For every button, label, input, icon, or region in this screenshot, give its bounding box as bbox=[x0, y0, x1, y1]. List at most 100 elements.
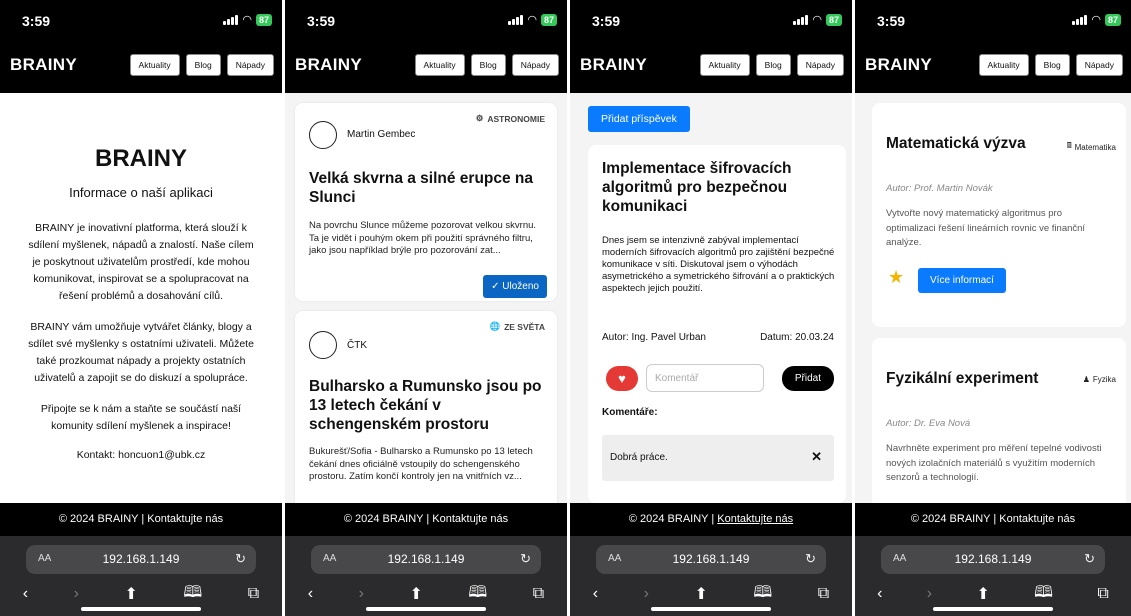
status-time: 3:59 bbox=[22, 13, 51, 29]
news-title[interactable]: Bulharsko a Rumunsko jsou po 13 letech č… bbox=[309, 377, 543, 434]
back-icon[interactable]: ‹ bbox=[308, 585, 313, 603]
close-icon[interactable]: ✕ bbox=[811, 449, 822, 465]
brand-logo[interactable]: BRAINY bbox=[10, 55, 77, 75]
battery-icon: 87 bbox=[540, 14, 557, 26]
status-time: 3:59 bbox=[877, 13, 906, 29]
browser-toolbar: AA 192.168.1.149 ↻ ‹ › ⬆ 🕮 ⧉ bbox=[285, 536, 567, 616]
person-icon: ♟ bbox=[1082, 375, 1090, 384]
idea-author: Autor: Prof. Martin Novák bbox=[886, 183, 993, 194]
forward-icon[interactable]: › bbox=[644, 585, 649, 603]
phone-blog: 3:59 ◠ 87 BRAINY Aktuality Blog Nápady P… bbox=[570, 0, 852, 616]
about-paragraph: BRAINY vám umožňuje vytvářet články, blo… bbox=[28, 321, 254, 384]
nav-blog[interactable]: Blog bbox=[755, 54, 791, 76]
news-card[interactable]: Martin Gembec ⚙ ASTRONOMIE Velká skvrna a… bbox=[295, 103, 557, 301]
phone-about: 3:59 ◠ 87 BRAINY Aktuality Blog Nápady B… bbox=[0, 0, 282, 616]
news-card[interactable]: ČTK 🌐 ZE SVĚTA Bulharsko a Rumunsko jsou … bbox=[295, 311, 557, 503]
status-time: 3:59 bbox=[307, 13, 336, 29]
news-author: ČTK bbox=[347, 340, 367, 351]
status-bar: 3:59 ◠ 87 bbox=[570, 0, 852, 40]
reload-icon[interactable]: ↻ bbox=[805, 551, 816, 567]
brand-logo[interactable]: BRAINY bbox=[295, 55, 362, 75]
wifi-icon: ◠ bbox=[527, 14, 537, 26]
news-excerpt: Bukurešť/Sofia - Bulharsko a Rumunsko po… bbox=[309, 446, 533, 482]
forward-icon[interactable]: › bbox=[359, 585, 364, 603]
footer-contact-link[interactable]: Kontaktujte nás bbox=[147, 513, 223, 525]
reload-icon[interactable]: ↻ bbox=[520, 551, 531, 567]
post-date: Datum: 20.03.24 bbox=[760, 332, 834, 343]
nav-aktuality[interactable]: Aktuality bbox=[414, 54, 465, 76]
bookmarks-icon[interactable]: 🕮 bbox=[468, 581, 487, 608]
url-text[interactable]: 192.168.1.149 bbox=[596, 552, 826, 566]
footer-text: © 2024 BRAINY | bbox=[343, 513, 433, 525]
address-bar[interactable]: AA 192.168.1.149 ↻ bbox=[596, 545, 826, 574]
back-icon[interactable]: ‹ bbox=[877, 585, 882, 603]
home-indicator bbox=[366, 607, 486, 611]
nav-aktuality[interactable]: Aktuality bbox=[699, 54, 750, 76]
share-icon[interactable]: ⬆ bbox=[694, 584, 707, 604]
url-text[interactable]: 192.168.1.149 bbox=[26, 552, 256, 566]
browser-toolbar: AA 192.168.1.149 ↻ ‹ › ⬆ 🕮 ⧉ bbox=[855, 536, 1131, 616]
star-icon[interactable]: ★ bbox=[888, 267, 904, 288]
share-icon[interactable]: ⬆ bbox=[976, 584, 989, 604]
avatar bbox=[309, 331, 337, 359]
forward-icon[interactable]: › bbox=[927, 585, 932, 603]
back-icon[interactable]: ‹ bbox=[593, 585, 598, 603]
brand-logo[interactable]: BRAINY bbox=[865, 55, 932, 75]
post-body: Dnes jsem se intenzivně zabýval implemen… bbox=[602, 235, 835, 294]
tabs-icon[interactable]: ⧉ bbox=[818, 585, 829, 603]
footer-contact-link[interactable]: Kontaktujte nás bbox=[432, 513, 508, 525]
nav-napady[interactable]: Nápady bbox=[226, 54, 274, 76]
footer-contact-link[interactable]: Kontaktujte nás bbox=[999, 513, 1075, 525]
bookmarks-icon[interactable]: 🕮 bbox=[1034, 581, 1053, 608]
signal-icon bbox=[223, 15, 239, 25]
bookmarks-icon[interactable]: 🕮 bbox=[183, 581, 202, 608]
share-icon[interactable]: ⬆ bbox=[124, 584, 137, 604]
idea-tag: Fyzika bbox=[1092, 375, 1116, 384]
address-bar[interactable]: AA 192.168.1.149 ↻ bbox=[881, 545, 1105, 574]
add-comment-button[interactable]: Přidat bbox=[781, 366, 834, 391]
nav-blog[interactable]: Blog bbox=[1034, 54, 1070, 76]
url-text[interactable]: 192.168.1.149 bbox=[311, 552, 541, 566]
post-author: Autor: Ing. Pavel Urban bbox=[602, 332, 706, 343]
home-indicator bbox=[81, 607, 201, 611]
news-title[interactable]: Velká skvrna a silné erupce na Slunci bbox=[309, 169, 543, 207]
tabs-icon[interactable]: ⧉ bbox=[248, 585, 259, 603]
battery-icon: 87 bbox=[1104, 14, 1121, 26]
top-nav: BRAINY Aktuality Blog Nápady bbox=[570, 40, 852, 93]
news-excerpt: Na povrchu Slunce můžeme pozorovat velko… bbox=[309, 220, 537, 256]
nav-napady[interactable]: Nápady bbox=[511, 54, 559, 76]
signal-icon bbox=[793, 15, 809, 25]
footer: © 2024 BRAINY | Kontaktujte nás bbox=[570, 503, 852, 536]
status-bar: 3:59 ◠ 87 bbox=[285, 0, 567, 40]
nav-blog[interactable]: Blog bbox=[185, 54, 221, 76]
nav-blog[interactable]: Blog bbox=[470, 54, 506, 76]
nav-aktuality[interactable]: Aktuality bbox=[129, 54, 180, 76]
address-bar[interactable]: AA 192.168.1.149 ↻ bbox=[26, 545, 256, 574]
tabs-icon[interactable]: ⧉ bbox=[1097, 585, 1108, 603]
add-post-button[interactable]: Přidat příspěvek bbox=[588, 106, 690, 132]
about-title: BRAINY bbox=[94, 145, 187, 172]
comment-input[interactable] bbox=[646, 364, 764, 392]
saved-button[interactable]: ✓ Uloženo bbox=[483, 275, 547, 298]
tabs-icon[interactable]: ⧉ bbox=[533, 585, 544, 603]
address-bar[interactable]: AA 192.168.1.149 ↻ bbox=[311, 545, 541, 574]
reload-icon[interactable]: ↻ bbox=[235, 551, 246, 567]
share-icon[interactable]: ⬆ bbox=[409, 584, 422, 604]
more-info-button[interactable]: Více informací bbox=[918, 268, 1006, 293]
reload-icon[interactable]: ↻ bbox=[1084, 551, 1095, 567]
back-icon[interactable]: ‹ bbox=[23, 585, 28, 603]
like-heart-icon[interactable]: ♥ bbox=[606, 366, 638, 391]
top-nav: BRAINY Aktuality Blog Nápady bbox=[855, 40, 1131, 93]
about-section: BRAINY Informace o naší aplikaci BRAINY … bbox=[0, 93, 282, 503]
nav-napady[interactable]: Nápady bbox=[796, 54, 844, 76]
brand-logo[interactable]: BRAINY bbox=[580, 55, 647, 75]
about-contact[interactable]: Kontakt: honcuon1@ubk.cz bbox=[24, 449, 258, 461]
forward-icon[interactable]: › bbox=[74, 585, 79, 603]
about-subtitle: Informace o naší aplikaci bbox=[69, 185, 213, 200]
url-text[interactable]: 192.168.1.149 bbox=[881, 552, 1105, 566]
bookmarks-icon[interactable]: 🕮 bbox=[753, 581, 772, 608]
footer-contact-link[interactable]: Kontaktujte nás bbox=[717, 513, 793, 525]
nav-aktuality[interactable]: Aktuality bbox=[978, 54, 1029, 76]
nav-napady[interactable]: Nápady bbox=[1075, 54, 1123, 76]
browser-toolbar: AA 192.168.1.149 ↻ ‹ › ⬆ 🕮 ⧉ bbox=[570, 536, 852, 616]
